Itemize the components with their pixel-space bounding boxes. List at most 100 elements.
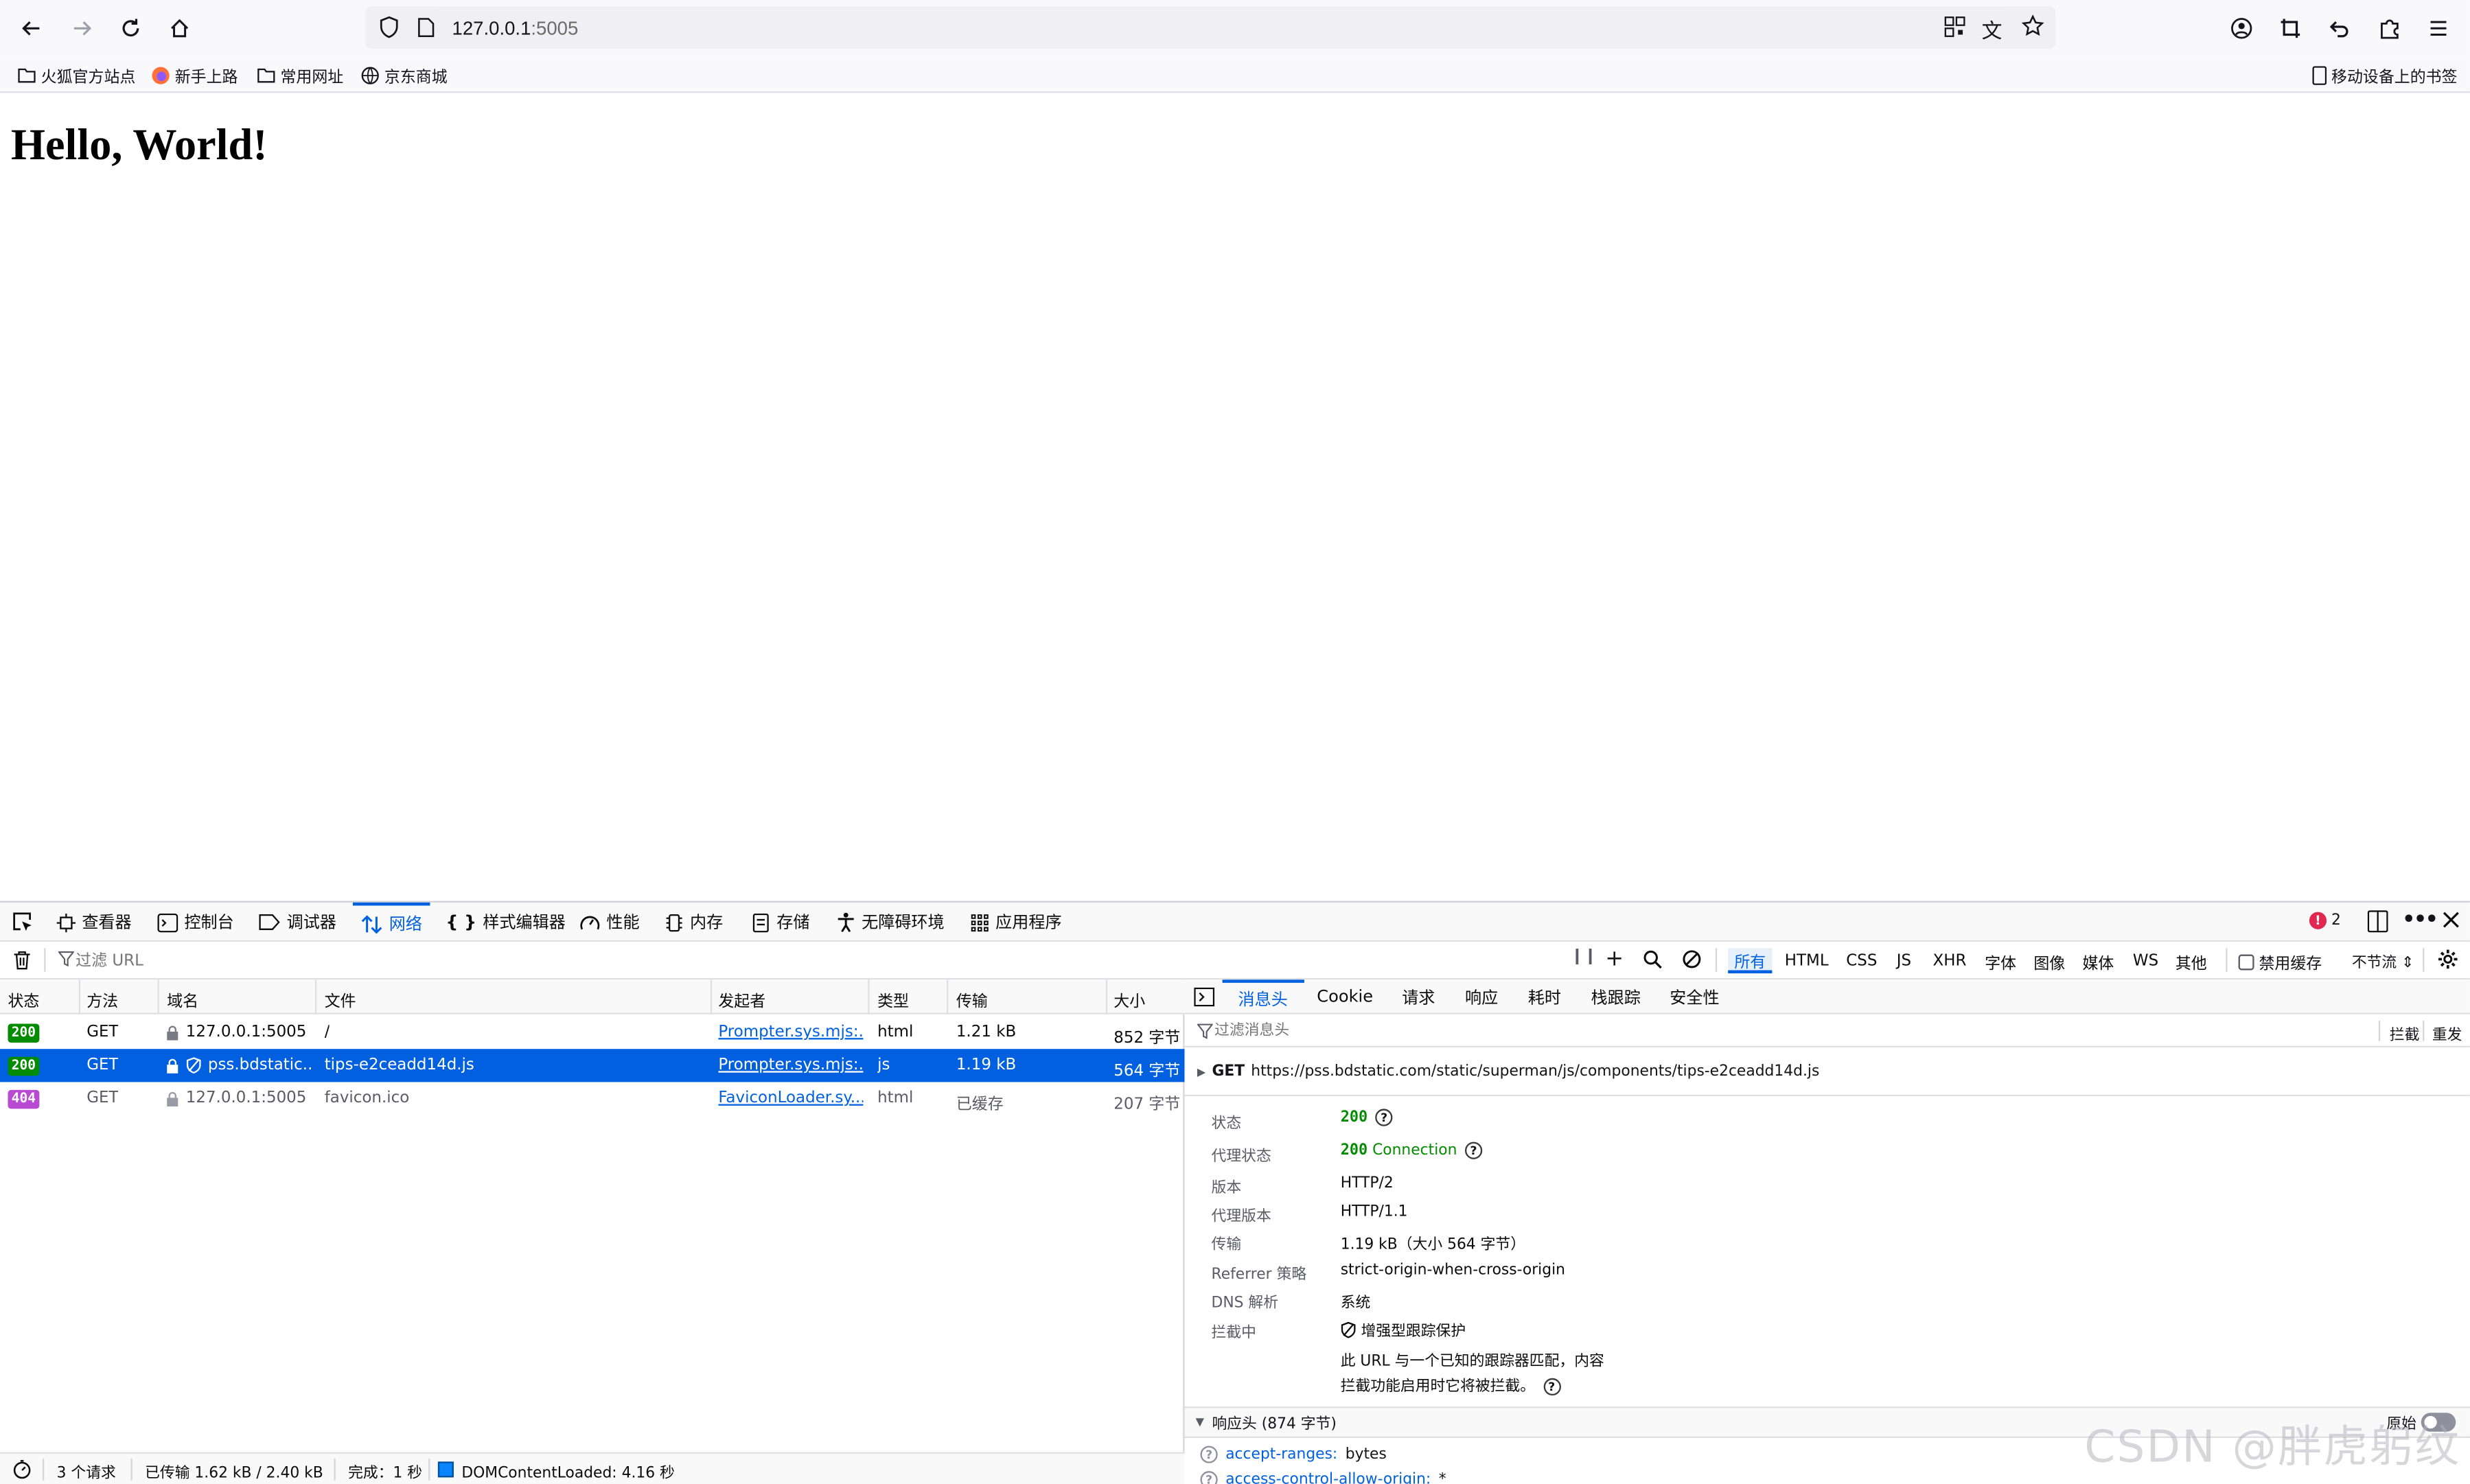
error-counter[interactable]: ! 2 [2309, 912, 2341, 929]
filter-images[interactable]: 图像 [2027, 948, 2071, 973]
column-divider[interactable] [868, 979, 870, 1015]
page-icon[interactable] [417, 17, 435, 38]
pick-element-icon[interactable] [11, 910, 33, 932]
block-button[interactable]: 拦截 [2390, 1022, 2420, 1044]
tab-accessibility[interactable]: 无障碍环境 [836, 903, 945, 942]
column-method[interactable]: 方法 [86, 988, 118, 1011]
help-icon[interactable]: ? [1200, 1446, 1218, 1463]
column-size[interactable]: 大小 [1113, 988, 1145, 1011]
filter-js[interactable]: JS [1891, 948, 1918, 973]
tab-console[interactable]: 控制台 [157, 903, 234, 942]
column-file[interactable]: 文件 [325, 988, 356, 1011]
help-icon[interactable]: ? [1543, 1378, 1560, 1396]
disable-cache-checkbox[interactable]: 禁用缓存 [2238, 950, 2322, 973]
tab-network[interactable]: 网络 [352, 902, 430, 942]
menu-button[interactable] [2420, 10, 2458, 47]
column-status[interactable]: 状态 [8, 988, 39, 1011]
column-divider[interactable] [710, 979, 713, 1015]
account-button[interactable] [2223, 10, 2261, 47]
collapse-triangle-icon[interactable]: ▼ [1196, 1416, 1204, 1428]
request-initiator[interactable]: FaviconLoader.sy... [718, 1090, 863, 1107]
expand-triangle-icon[interactable]: ▶ [1197, 1065, 1205, 1078]
block-icon[interactable] [1683, 950, 1702, 969]
tab-performance[interactable]: 性能 [579, 903, 640, 942]
shield-icon[interactable] [378, 16, 400, 39]
header-row[interactable]: ? accept-ranges: bytes [1200, 1446, 1387, 1463]
help-icon[interactable]: ? [1464, 1141, 1483, 1159]
column-divider[interactable] [157, 979, 159, 1015]
column-transferred[interactable]: 传输 [956, 988, 988, 1011]
tab-style-editor[interactable]: { } 样式编辑器 [446, 903, 565, 942]
forward-button[interactable] [63, 10, 101, 47]
table-row[interactable]: 404 GET 127.0.0.1:5005 favicon.ico Favic… [0, 1082, 1185, 1115]
tab-debugger[interactable]: 调试器 [258, 903, 336, 942]
bookmark-folder[interactable]: 常用网址 [257, 63, 343, 86]
column-initiator[interactable]: 发起者 [718, 988, 765, 1011]
star-icon[interactable] [2021, 14, 2044, 38]
bookmark-item[interactable]: 新手上路 [151, 63, 238, 86]
column-divider[interactable] [1105, 979, 1108, 1015]
gear-icon[interactable] [2437, 948, 2459, 970]
more-options-icon[interactable]: ••• [2402, 909, 2438, 932]
column-divider[interactable] [78, 979, 81, 1015]
tab-cookies[interactable]: Cookie [1317, 979, 1373, 1014]
header-row[interactable]: ? access-control-allow-origin: * [1200, 1471, 1446, 1484]
tab-timings[interactable]: 耗时 [1528, 979, 1561, 1014]
request-initiator[interactable]: Prompter.sys.mjs:... [718, 1023, 863, 1041]
dock-toggle-icon[interactable] [2367, 910, 2388, 933]
close-devtools-icon[interactable] [2442, 910, 2461, 929]
column-divider[interactable] [314, 979, 317, 1015]
tab-memory[interactable]: 内存 [665, 903, 723, 942]
reload-button[interactable] [112, 10, 150, 47]
filter-css[interactable]: CSS [1840, 948, 1884, 973]
trash-icon[interactable] [12, 950, 32, 971]
bookmark-folder[interactable]: 火狐官方站点 [17, 63, 135, 86]
response-headers-section[interactable]: ▼ 响应头 (874 字节) [1184, 1406, 2470, 1438]
tab-headers[interactable]: 消息头 [1222, 979, 1304, 1014]
column-domain[interactable]: 域名 [167, 988, 198, 1011]
headers-filter-input[interactable] [1214, 1019, 2318, 1043]
plus-icon[interactable]: + [1605, 947, 1624, 972]
raw-toggle[interactable]: 原始 [2386, 1411, 2456, 1433]
screenshot-button[interactable] [2272, 10, 2309, 47]
mobile-bookmarks[interactable]: 移动设备上的书签 [2312, 63, 2458, 86]
tab-storage[interactable]: 存储 [752, 903, 809, 942]
filter-media[interactable]: 媒体 [2076, 948, 2120, 973]
toggle-switch[interactable] [2421, 1413, 2456, 1432]
filter-all[interactable]: 所有 [1728, 948, 1773, 974]
resend-button[interactable]: 重发 [2432, 1022, 2462, 1044]
filter-ws[interactable]: WS [2127, 948, 2165, 973]
column-divider[interactable] [947, 979, 949, 1015]
undo-button[interactable] [2320, 10, 2358, 47]
tab-inspector[interactable]: 查看器 [56, 903, 132, 942]
back-button[interactable] [12, 10, 50, 47]
extensions-button[interactable] [2370, 10, 2408, 47]
timer-icon[interactable] [12, 1460, 32, 1479]
tab-request[interactable]: 请求 [1402, 979, 1435, 1014]
table-row[interactable]: 200 GET 127.0.0.1:5005 / Prompter.sys.mj… [0, 1016, 1185, 1049]
column-type[interactable]: 类型 [877, 988, 909, 1011]
request-initiator[interactable]: Prompter.sys.mjs:... [718, 1057, 863, 1074]
table-row-selected[interactable]: 200 GET pss.bdstatic... tips-e2ceadd14d.… [0, 1049, 1185, 1082]
throttle-select[interactable]: 不节流 ⇕ [2352, 950, 2414, 972]
filter-fonts[interactable]: 字体 [1978, 948, 2022, 973]
url-filter-input[interactable] [76, 948, 1541, 974]
help-icon[interactable]: ? [1375, 1109, 1393, 1126]
pause-icon[interactable]: ❙❙ [1571, 948, 1597, 965]
tab-application[interactable]: 应用程序 [970, 903, 1062, 942]
translate-icon[interactable]: 文 [1982, 14, 2002, 45]
toggle-sidebar-icon[interactable] [1194, 987, 1215, 1007]
tab-response[interactable]: 响应 [1465, 979, 1498, 1014]
url-text[interactable]: 127.0.0.1:5005 [452, 17, 579, 39]
request-summary[interactable]: ▶ GET https://pss.bdstatic.com/static/su… [1184, 1049, 2470, 1097]
filter-html[interactable]: HTML [1779, 948, 1835, 973]
tab-stack-trace[interactable]: 栈跟踪 [1591, 979, 1641, 1014]
bookmark-item[interactable]: 京东商城 [360, 63, 448, 86]
qr-code-icon[interactable] [1944, 16, 1966, 38]
url-bar[interactable]: 127.0.0.1:5005 文 [365, 6, 2056, 49]
help-icon[interactable]: ? [1200, 1471, 1218, 1484]
search-icon[interactable] [1643, 950, 1662, 969]
filter-xhr[interactable]: XHR [1926, 948, 1972, 973]
home-button[interactable] [161, 10, 198, 47]
tab-security[interactable]: 安全性 [1670, 979, 1719, 1014]
